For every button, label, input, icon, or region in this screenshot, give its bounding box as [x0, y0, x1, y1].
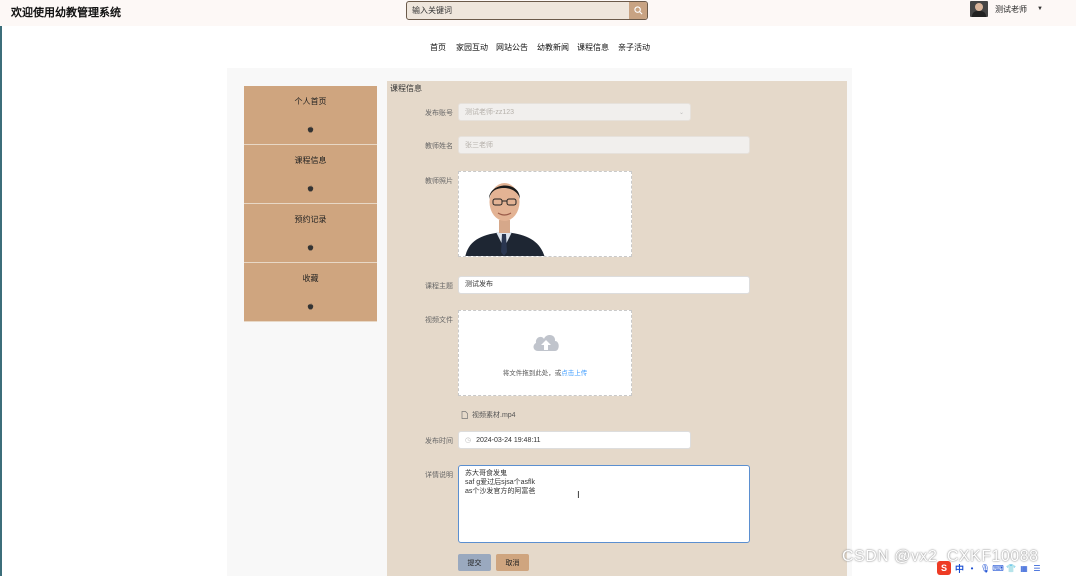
- sidebar-item-label: 个人首页: [294, 97, 327, 106]
- nav-item-courses[interactable]: 课程信息: [577, 42, 609, 53]
- click-upload-link[interactable]: 点击上传: [561, 370, 587, 377]
- nav-item-news[interactable]: 幼教新闻: [537, 42, 569, 53]
- sidebar-item-label: 预约记录: [294, 215, 327, 224]
- video-file-label: 视频文件: [425, 317, 453, 324]
- teacher-photo-label: 教师照片: [425, 178, 453, 185]
- publish-time-label: 发布时间: [425, 438, 453, 445]
- sidebar-item-favorites[interactable]: 收藏: [244, 263, 377, 322]
- user-menu[interactable]: 测试老师 ▼: [970, 0, 1043, 18]
- sidebar-item-reservations[interactable]: 预约记录: [244, 204, 377, 263]
- details-label: 详情说明: [425, 472, 453, 479]
- apple-icon: [307, 185, 314, 192]
- upload-hint: 将文件拖到此处，或点击上传: [459, 367, 631, 377]
- teacher-name-label: 教师姓名: [425, 143, 453, 150]
- user-name: 测试老师: [995, 4, 1027, 14]
- tools-icon[interactable]: ▦: [1019, 563, 1029, 573]
- publish-account-value: 测试老师-zz123: [465, 109, 515, 116]
- video-upload-dropzone[interactable]: 将文件拖到此处，或点击上传: [458, 310, 632, 396]
- nav-item-activities[interactable]: 亲子活动: [618, 42, 650, 53]
- publish-account-label: 发布账号: [425, 110, 453, 117]
- sidebar-item-courses[interactable]: 课程信息: [244, 145, 377, 204]
- document-icon: [461, 411, 468, 419]
- apple-icon: [307, 303, 314, 310]
- section-title: 课程信息: [390, 84, 422, 93]
- course-form: 课程信息 发布账号 测试老师-zz123 ⌄ 教师姓名 张三老师 教师照片 课程…: [387, 81, 847, 576]
- microphone-icon[interactable]: 🎙: [980, 563, 990, 573]
- top-bar: 欢迎使用幼教管理系统 测试老师 ▼: [0, 0, 1076, 26]
- apple-icon: [307, 126, 314, 133]
- menu-icon[interactable]: ☰: [1032, 563, 1042, 573]
- course-topic-label: 课程主题: [425, 283, 453, 290]
- nav-item-notices[interactable]: 网站公告: [496, 42, 528, 53]
- cloud-upload-icon: [533, 335, 559, 351]
- details-textarea[interactable]: 苏大哥食发鬼 saf g爱过后sjsa个asflk as个沙发官方的阿富爸: [458, 465, 750, 543]
- sidebar: 个人首页 课程信息 预约记录 收藏: [244, 86, 377, 322]
- search-icon: [633, 6, 642, 15]
- publish-time-value: 2024-03-24 19:48:11: [476, 437, 541, 444]
- cancel-button[interactable]: 取消: [496, 554, 529, 571]
- main-nav: 首页 家园互动 网站公告 幼教新闻 课程信息 亲子活动: [0, 42, 1076, 54]
- ime-logo-icon[interactable]: S: [937, 561, 951, 575]
- apple-icon: [307, 244, 314, 251]
- teacher-photo: [460, 172, 550, 256]
- clock-icon: ◷: [465, 437, 472, 444]
- punctuation-icon[interactable]: •: [967, 563, 977, 573]
- ime-language-toggle[interactable]: 中: [955, 562, 964, 575]
- teacher-photo-upload[interactable]: [458, 171, 632, 257]
- avatar: [970, 1, 988, 17]
- skin-icon[interactable]: 👕: [1006, 563, 1016, 573]
- uploaded-file-item[interactable]: 视频素材.mp4: [461, 410, 516, 420]
- nav-item-home[interactable]: 首页: [430, 42, 446, 53]
- submit-button[interactable]: 提交: [458, 554, 491, 571]
- search-box: [406, 1, 648, 20]
- course-topic-input[interactable]: [458, 276, 750, 294]
- text-cursor-icon: I: [577, 490, 580, 501]
- sidebar-item-label: 课程信息: [294, 156, 327, 165]
- chevron-down-icon: ⌄: [678, 110, 684, 116]
- sidebar-item-label: 收藏: [302, 274, 319, 283]
- publish-time-picker[interactable]: ◷ 2024-03-24 19:48:11: [458, 431, 691, 449]
- ime-toolbar: S 中 • 🎙 ⌨ 👕 ▦ ☰: [937, 560, 1076, 576]
- teacher-name-field: 张三老师: [458, 136, 750, 154]
- caret-down-icon: ▼: [1037, 6, 1043, 12]
- upload-hint-text: 将文件拖到此处，或: [502, 370, 562, 377]
- sidebar-item-profile[interactable]: 个人首页: [244, 86, 377, 145]
- uploaded-file-name: 视频素材.mp4: [472, 412, 516, 419]
- search-button[interactable]: [629, 2, 647, 19]
- nav-item-home-school[interactable]: 家园互动: [456, 42, 488, 53]
- site-title: 欢迎使用幼教管理系统: [11, 7, 121, 19]
- keyboard-icon[interactable]: ⌨: [992, 563, 1004, 573]
- window-left-edge: [0, 0, 2, 576]
- publish-account-select: 测试老师-zz123 ⌄: [458, 103, 691, 121]
- search-input[interactable]: [407, 2, 632, 19]
